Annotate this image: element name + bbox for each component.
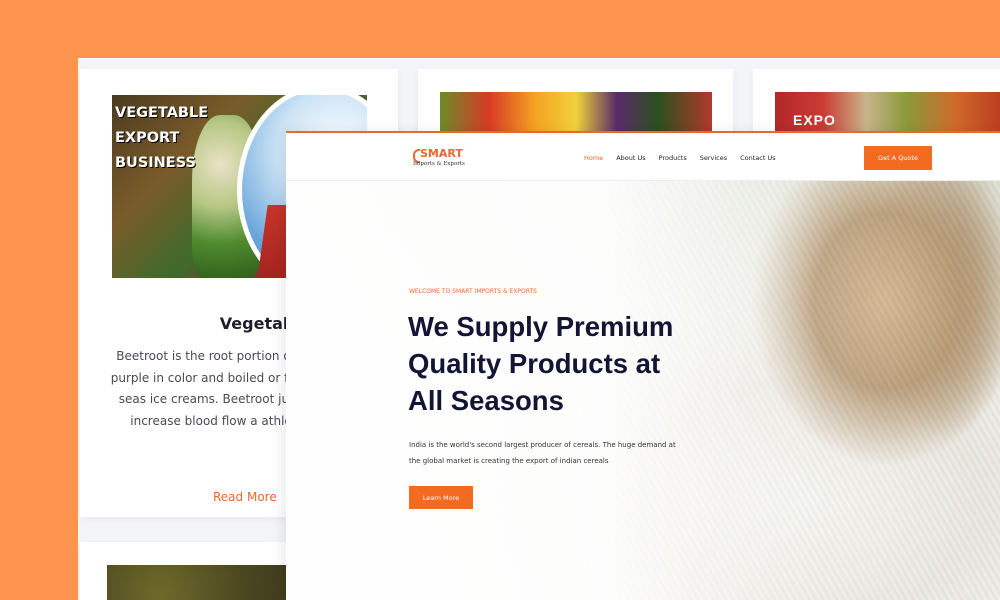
hero-text: India is the world's second largest prod… — [409, 441, 676, 465]
nav-menu: Home About Us Products Services Contact … — [584, 154, 789, 162]
logo-subtitle: Imports & Exports — [413, 161, 465, 167]
homepage-screenshot: SMART Imports & Exports Home About Us Pr… — [286, 131, 1000, 600]
spices-image-caption: EXPO — [793, 112, 836, 128]
get-a-quote-button[interactable]: Get A Quote — [864, 146, 932, 170]
vegetable-image-caption: VEGETABLE EXPORT BUSINESS — [115, 105, 209, 171]
nav-item-contact-us[interactable]: Contact Us — [740, 154, 776, 162]
nav-item-home[interactable]: Home — [584, 154, 603, 162]
logo-name: SMART — [420, 147, 463, 160]
nav-item-services[interactable]: Services — [700, 154, 727, 162]
nav-item-about-us[interactable]: About Us — [616, 154, 645, 162]
learn-more-button[interactable]: Learn More — [409, 486, 473, 509]
spices-export-image: EXPO — [775, 92, 1000, 134]
hero-eyebrow: WELCOME TO SMART IMPORTS & EXPORTS — [409, 288, 537, 295]
hero-title: We Supply Premium Quality Products at Al… — [408, 311, 674, 416]
nav-item-products[interactable]: Products — [659, 154, 687, 162]
hero-section: WELCOME TO SMART IMPORTS & EXPORTS We Su… — [286, 181, 1000, 600]
navbar: SMART Imports & Exports Home About Us Pr… — [286, 133, 1000, 181]
fruits-image — [440, 92, 712, 134]
read-more-link[interactable]: Read More — [213, 490, 277, 504]
